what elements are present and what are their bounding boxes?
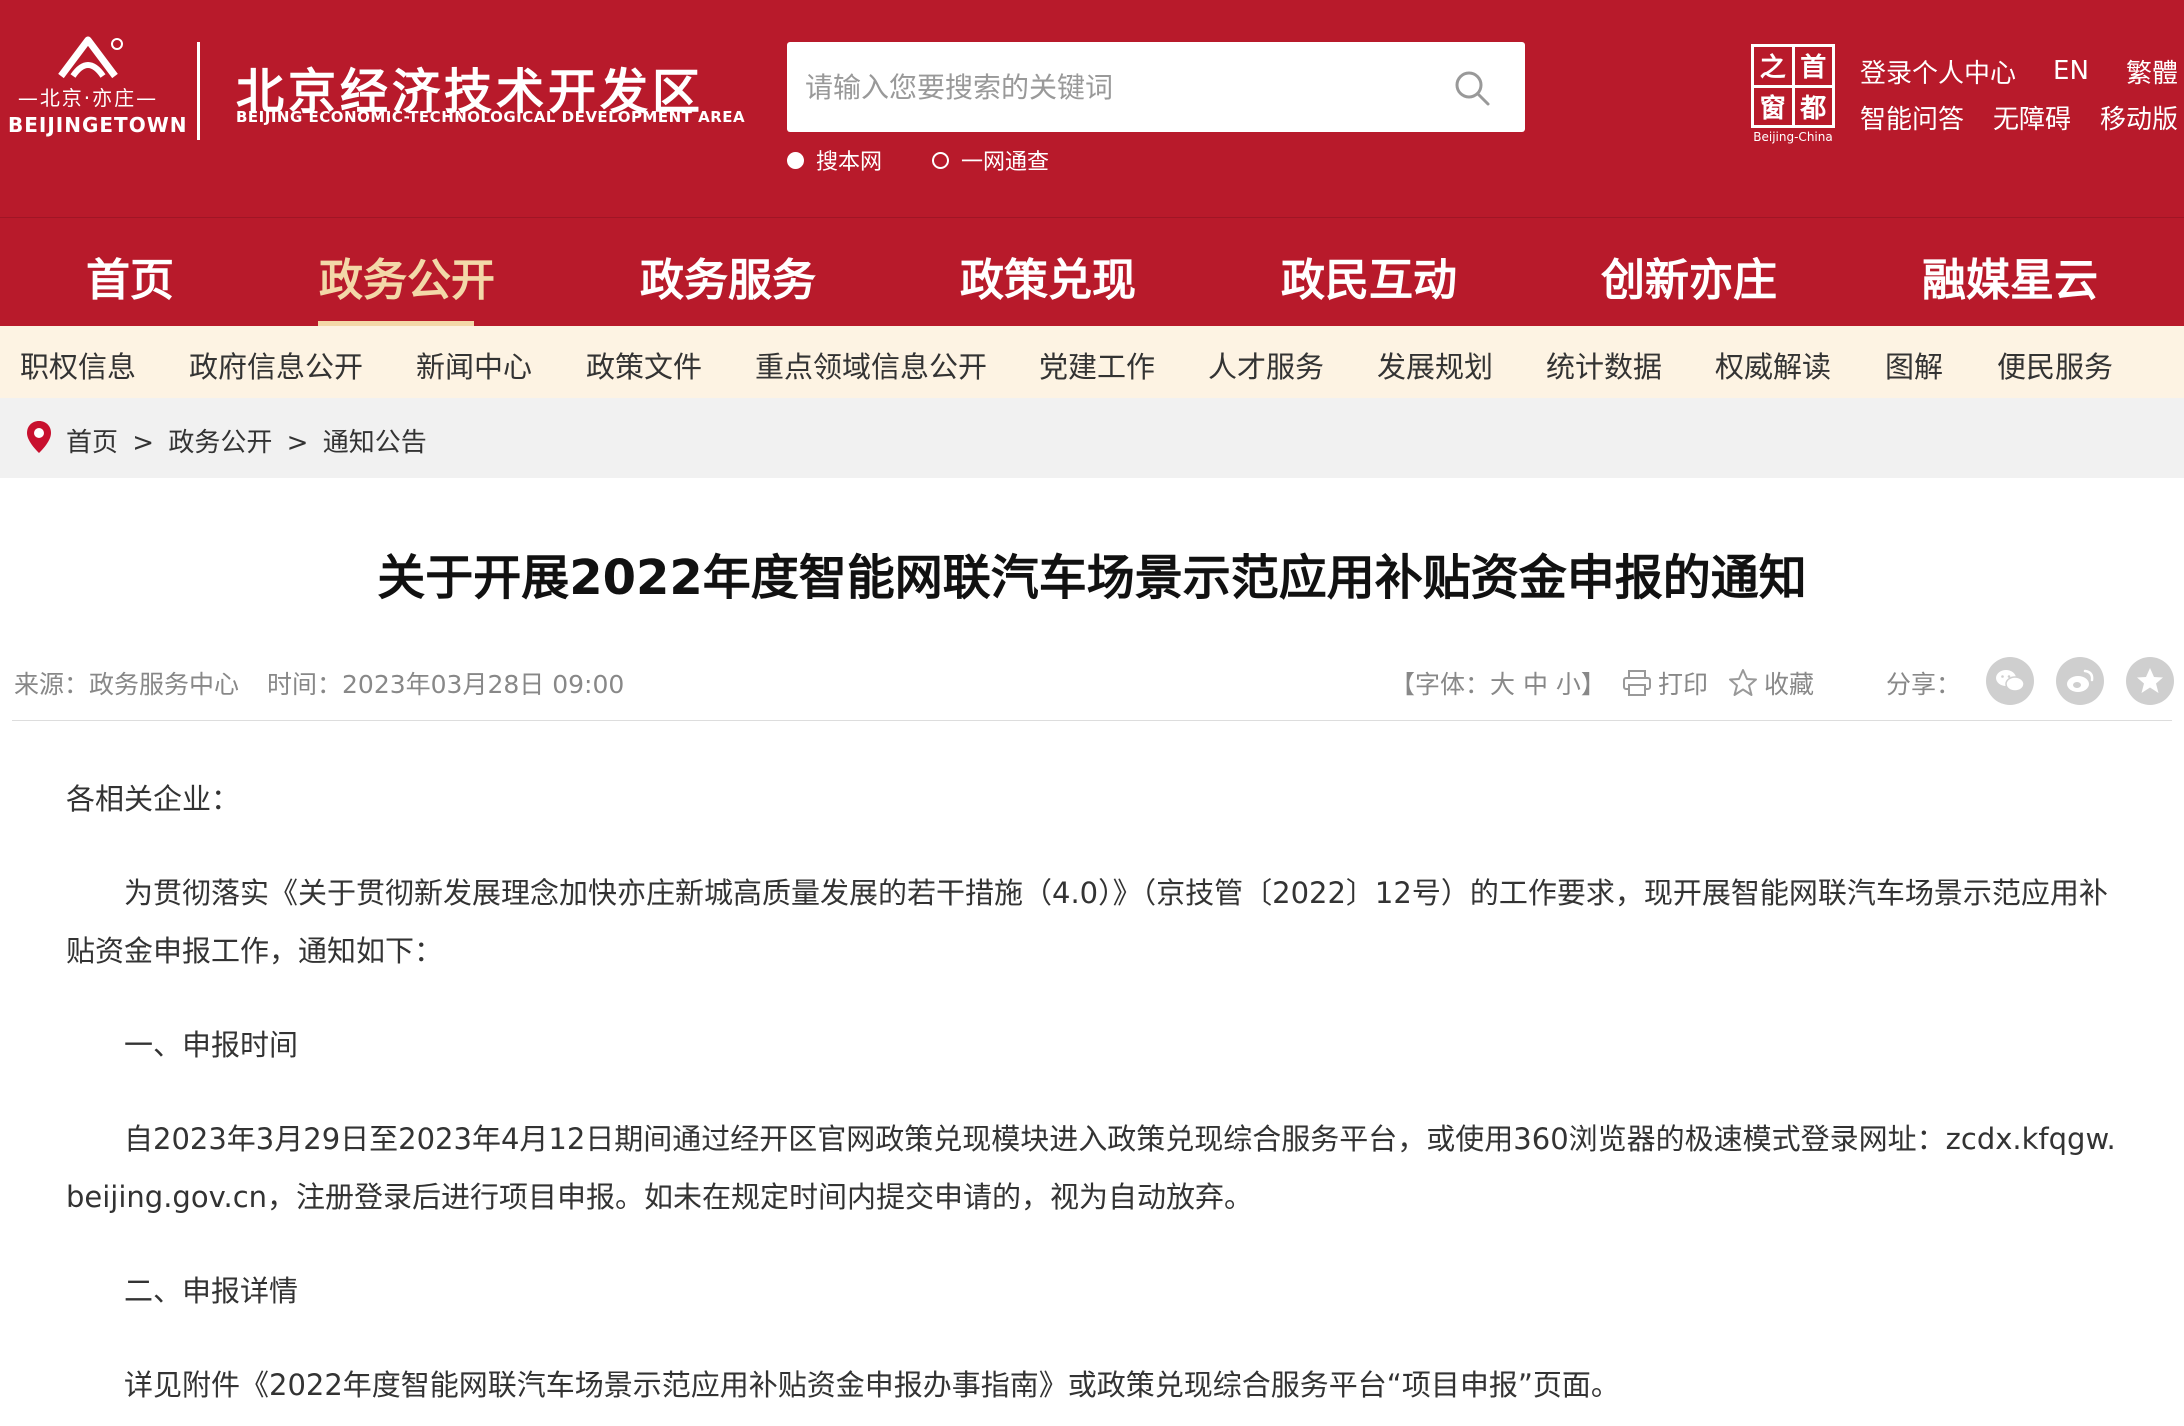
search-input[interactable] (805, 62, 1425, 112)
breadcrumb-separator: > (286, 428, 309, 458)
subnav-item[interactable]: 权威解读 (1715, 344, 1831, 386)
site-subtitle: BEIJING ECONOMIC-TECHNOLOGICAL DEVELOPME… (236, 108, 746, 126)
subnav-item[interactable]: 便民服务 (1997, 344, 2113, 386)
logo-cn-text: —北京·亦庄— (17, 86, 159, 110)
link-mobile[interactable]: 移动版 (2100, 99, 2178, 136)
subnav-item[interactable]: 党建工作 (1039, 344, 1155, 386)
article-time: 时间：2023年03月28日 09:00 (267, 670, 625, 699)
article-body: 各相关企业： 为贯彻落实《关于贯彻新发展理念加快亦庄新城高质量发展的若干措施（4… (66, 770, 2122, 1426)
breadcrumb-home[interactable]: 首页 (66, 428, 118, 458)
main-nav: 首页 政务公开 政务服务 政策兑现 政民互动 创新亦庄 融媒星云 (0, 217, 2184, 327)
link-english[interactable]: EN (2053, 56, 2089, 86)
beijingetown-logo[interactable]: —北京·亦庄— BEIJINGETOWN (8, 36, 188, 146)
article-paragraph: 一、申报时间 (124, 1028, 299, 1062)
article-paragraph: 自2023年3月29日至2023年4月12日期间通过经开区官网政策兑现模块进入政… (66, 1122, 2116, 1214)
breadcrumb-notices[interactable]: 通知公告 (323, 428, 427, 458)
breadcrumb: 首页 > 政务公开 > 通知公告 (66, 422, 427, 459)
capital-logo-char: 都 (1794, 87, 1832, 125)
capital-logo-char: 窗 (1754, 87, 1792, 125)
radio-search-all[interactable]: 一网通查 (932, 144, 1049, 176)
breadcrumb-bar: 首页 > 政务公开 > 通知公告 (0, 398, 2184, 478)
logo-divider (197, 42, 200, 140)
search-box (787, 42, 1525, 132)
printer-icon (1623, 670, 1651, 696)
subnav-item[interactable]: 政策文件 (586, 344, 702, 386)
subnav-item[interactable]: 重点领域信息公开 (755, 344, 987, 386)
radio-search-site[interactable]: 搜本网 (787, 144, 882, 176)
radio-label: 搜本网 (816, 150, 883, 175)
link-accessibility[interactable]: 无障碍 (1993, 99, 2071, 136)
nav-home[interactable]: 首页 (86, 244, 174, 308)
link-smart-qa[interactable]: 智能问答 (1860, 99, 1964, 136)
share-favorite-button[interactable] (2126, 657, 2174, 705)
subnav-item[interactable]: 统计数据 (1546, 344, 1662, 386)
emblem-icon (58, 36, 123, 79)
capital-logo-char: 之 (1754, 47, 1792, 85)
wechat-icon (1996, 670, 2025, 692)
share-wechat-button[interactable] (1986, 657, 2034, 705)
subnav-item[interactable]: 图解 (1885, 344, 1943, 386)
share-weibo-button[interactable] (2056, 657, 2104, 705)
link-traditional[interactable]: 繁體 (2126, 53, 2178, 90)
nav-media-cloud[interactable]: 融媒星云 (1922, 244, 2098, 308)
subnav-item[interactable]: 人才服务 (1208, 344, 1324, 386)
subnav-item[interactable]: 新闻中心 (416, 344, 532, 386)
print-label: 打印 (1658, 670, 1709, 699)
radio-checked-icon (787, 151, 804, 169)
capital-window-logo[interactable]: 之 首 窗 都 Beijing-China (1751, 44, 1835, 144)
radio-unchecked-icon (932, 151, 950, 169)
article-paragraph: 详见附件《2022年度智能网联汽车场景示范应用补贴资金申报办事指南》或政策兑现综… (124, 1368, 1620, 1402)
share-label: 分享： (1886, 670, 1962, 699)
breadcrumb-separator: > (132, 428, 155, 458)
article-source: 来源：政务服务中心 (14, 670, 240, 699)
nav-interaction[interactable]: 政民互动 (1281, 244, 1457, 308)
favorite-button[interactable]: 收藏 (1728, 665, 1814, 701)
subnav-item[interactable]: 发展规划 (1377, 344, 1493, 386)
article-paragraph: 各相关企业： (66, 782, 241, 816)
nav-innovation-yizhuang[interactable]: 创新亦庄 (1601, 244, 1777, 308)
subnav-item[interactable]: 政府信息公开 (189, 344, 363, 386)
site-header: —北京·亦庄— BEIJINGETOWN 北京经济技术开发区 BEIJING E… (0, 0, 2184, 217)
article-paragraph: 二、申报详情 (124, 1274, 299, 1308)
article-title: 关于开展2022年度智能网联汽车场景示范应用补贴资金申报的通知 (377, 550, 1807, 606)
print-button[interactable]: 打印 (1622, 665, 1708, 701)
article-paragraph: 为贯彻落实《关于贯彻新发展理念加快亦庄新城高质量发展的若干措施（4.0）》（京技… (66, 876, 2108, 968)
search-icon[interactable] (1452, 68, 1492, 108)
nav-policy-redeem[interactable]: 政策兑现 (960, 244, 1136, 308)
link-login[interactable]: 登录个人中心 (1860, 53, 2016, 90)
article-meta-info: 来源：政务服务中心 时间：2023年03月28日 09:00 (14, 665, 624, 701)
breadcrumb-gov-open[interactable]: 政务公开 (168, 428, 272, 458)
subnav-item[interactable]: 职权信息 (20, 344, 136, 386)
capital-logo-char: 首 (1794, 47, 1832, 85)
capital-logo-grid: 之 首 窗 都 (1751, 44, 1835, 128)
star-outline-icon (1729, 669, 1757, 696)
favorite-label: 收藏 (1764, 670, 1815, 699)
nav-gov-services[interactable]: 政务服务 (640, 244, 816, 308)
star-icon (2137, 668, 2163, 693)
top-links: 登录个人中心 EN 繁體 智能问答 无障碍 移动版 (1860, 48, 2178, 140)
search-scope-radios: 搜本网 一网通查 (787, 144, 1099, 176)
location-pin-icon (27, 421, 51, 453)
font-size-control[interactable]: 【字体：大 中 小】 (1390, 665, 1606, 701)
nav-gov-affairs-open[interactable]: 政务公开 (319, 244, 495, 308)
weibo-icon (2067, 669, 2094, 692)
logo-en-text: BEIJINGETOWN (8, 113, 188, 137)
capital-logo-caption: Beijing-China (1753, 130, 1833, 144)
sub-nav: 职权信息 政府信息公开 新闻中心 政策文件 重点领域信息公开 党建工作 人才服务… (0, 326, 2184, 398)
article-meta-bar: 来源：政务服务中心 时间：2023年03月28日 09:00 【字体：大 中 小】… (12, 655, 2174, 721)
radio-label: 一网通查 (961, 150, 1050, 175)
